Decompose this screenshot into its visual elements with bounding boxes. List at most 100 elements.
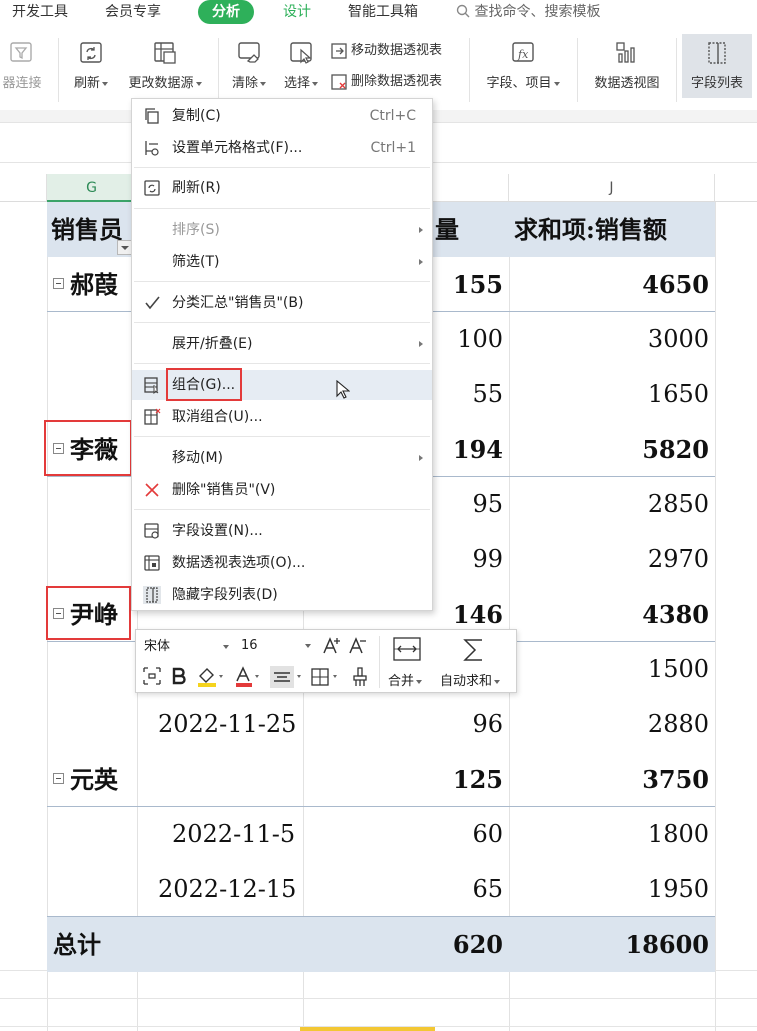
tab-developer[interactable]: 开发工具 — [12, 0, 68, 24]
sales-cell[interactable]: 5820 — [509, 422, 709, 477]
total-sales-cell[interactable]: 18600 — [509, 917, 710, 972]
sales-cell[interactable]: 2880 — [509, 697, 709, 752]
menu-item-pivot-options[interactable]: 数据透视表选项(O)... — [132, 548, 432, 578]
sales-cell[interactable]: 4650 — [509, 257, 709, 312]
menu-label: 移动(M) — [172, 450, 224, 466]
context-menu: 复制(C) Ctrl+C 设置单元格格式(F)... Ctrl+1 刷新(R) … — [131, 98, 433, 611]
column-header-g[interactable]: G — [47, 174, 137, 202]
menu-item-hide-field-list[interactable]: 隐藏字段列表(D) — [132, 580, 432, 610]
menu-item-copy[interactable]: 复制(C) Ctrl+C — [132, 101, 432, 131]
menu-item-subtotal[interactable]: 分类汇总"销售员"(B) — [132, 288, 432, 318]
fields-items-label: 字段、项目 — [486, 76, 559, 91]
delete-pivot-label: 删除数据透视表 — [351, 74, 443, 89]
command-search[interactable]: 查找命令、搜索模板 — [456, 0, 600, 24]
tab-member[interactable]: 会员专享 — [105, 0, 161, 24]
header-salesperson[interactable]: 销售员 — [51, 202, 123, 257]
clear-button[interactable]: 清除 — [226, 40, 272, 91]
qty-cell[interactable]: 65 — [303, 862, 503, 917]
menu-item-filter[interactable]: 筛选(T) — [132, 247, 432, 277]
fields-items-button[interactable]: fx 字段、项目 — [478, 40, 568, 91]
fill-color-icon[interactable] — [196, 666, 224, 688]
column-header-j[interactable]: J — [509, 174, 715, 202]
autosum-button[interactable]: 自动求和 — [436, 634, 514, 690]
pivot-total-row: 总计 620 18600 — [47, 917, 715, 972]
sales-cell[interactable]: 3750 — [509, 752, 709, 807]
group-label[interactable]: 元英 — [53, 752, 118, 807]
merge-button[interactable]: 合并 — [384, 634, 430, 690]
sales-cell[interactable]: 1950 — [509, 862, 709, 917]
tab-analyze[interactable]: 分析 — [198, 0, 254, 24]
field-filter-dropdown[interactable] — [117, 240, 132, 255]
date-cell[interactable]: 2022-11-5 — [172, 807, 295, 862]
collapse-toggle-icon[interactable] — [53, 773, 64, 784]
menu-item-delete[interactable]: 删除"销售员"(V) — [132, 475, 432, 505]
pivot-group-row: 元英 125 3750 — [47, 752, 715, 807]
change-data-source-label: 更改数据源 — [128, 76, 201, 91]
header-sum-sales[interactable]: 求和项:销售额 — [514, 202, 667, 257]
sales-cell[interactable]: 1650 — [509, 367, 709, 422]
filter-connect-button[interactable]: 器连接 — [0, 40, 50, 91]
delete-pivot-button[interactable]: 删除数据透视表 — [330, 71, 442, 93]
menu-item-field-settings[interactable]: 字段设置(N)... — [132, 516, 432, 546]
merge-label: 合并 — [388, 670, 422, 689]
sales-cell[interactable]: 4380 — [509, 587, 709, 642]
select-button[interactable]: 选择 — [278, 40, 324, 91]
select-cursor-icon — [290, 42, 312, 64]
align-center-icon[interactable] — [270, 666, 304, 688]
sales-cell[interactable]: 1500 — [509, 642, 709, 697]
font-size-select[interactable]: 16 — [237, 634, 315, 658]
delete-pivot-icon — [331, 73, 347, 90]
menu-item-ungroup[interactable]: 取消组合(U)... — [132, 402, 432, 432]
menu-item-format-cells[interactable]: 设置单元格格式(F)... Ctrl+1 — [132, 133, 432, 163]
date-cell[interactable]: 2022-11-25 — [158, 697, 296, 752]
menu-item-expand-collapse[interactable]: 展开/折叠(E) — [132, 329, 432, 359]
borders-icon[interactable] — [310, 666, 342, 688]
font-color-icon[interactable] — [234, 666, 262, 688]
refresh-button[interactable]: 刷新 — [68, 40, 114, 91]
pivot-detail-row: 2022-11-25 96 2880 — [47, 697, 715, 752]
header-qty[interactable]: 量 — [435, 202, 459, 257]
highlight-box — [166, 368, 242, 401]
total-qty-cell[interactable]: 620 — [303, 917, 503, 972]
delete-x-icon — [145, 483, 159, 497]
collapse-toggle-icon[interactable] — [53, 278, 64, 289]
move-pivot-label: 移动数据透视表 — [351, 43, 443, 58]
menu-item-move[interactable]: 移动(M) — [132, 443, 432, 473]
menu-item-sort[interactable]: 排序(S) — [132, 215, 432, 245]
group-label[interactable]: 郝葭 — [53, 257, 118, 312]
decrease-font-icon[interactable] — [348, 636, 368, 656]
field-list-icon — [708, 42, 726, 64]
group-icon — [144, 377, 159, 394]
qty-cell[interactable]: 60 — [303, 807, 503, 862]
sales-cell[interactable]: 2970 — [509, 532, 709, 587]
bold-icon[interactable] — [170, 666, 188, 686]
sales-cell[interactable]: 3000 — [509, 312, 709, 367]
sales-cell[interactable]: 2850 — [509, 477, 709, 532]
font-family-select[interactable]: 宋体 — [140, 634, 234, 658]
date-cell[interactable]: 2022-12-15 — [158, 862, 296, 917]
pivot-chart-label: 数据透视图 — [594, 76, 660, 91]
sales-cell[interactable]: 1800 — [509, 807, 709, 862]
move-pivot-icon — [331, 42, 347, 59]
menu-label: 排序(S) — [172, 222, 220, 238]
change-data-source-button[interactable]: 更改数据源 — [120, 40, 210, 91]
qty-cell[interactable]: 96 — [303, 697, 503, 752]
pivot-chart-button[interactable]: 数据透视图 — [585, 40, 669, 91]
column-header-left[interactable] — [0, 174, 47, 202]
tab-design[interactable]: 设计 — [283, 0, 311, 24]
format-brush-icon[interactable] — [350, 666, 370, 688]
tab-smart-toolbox[interactable]: 智能工具箱 — [348, 0, 418, 24]
menu-item-refresh[interactable]: 刷新(R) — [132, 173, 432, 203]
format-painter-small-icon[interactable] — [142, 666, 162, 686]
function-fx-icon: fx — [512, 42, 534, 62]
pivot-options-icon — [144, 555, 160, 571]
qty-cell[interactable]: 125 — [303, 752, 503, 807]
select-label: 选择 — [284, 76, 318, 91]
ribbon-divider — [58, 38, 59, 102]
increase-font-icon[interactable] — [322, 636, 342, 656]
move-pivot-button[interactable]: 移动数据透视表 — [330, 40, 442, 62]
field-list-button[interactable]: 字段列表 — [682, 34, 752, 98]
menu-tab-bar: 开发工具 会员专享 分析 设计 智能工具箱 查找命令、搜索模板 — [0, 0, 757, 28]
column-header-k[interactable] — [715, 174, 757, 202]
total-label[interactable]: 总计 — [53, 917, 101, 972]
